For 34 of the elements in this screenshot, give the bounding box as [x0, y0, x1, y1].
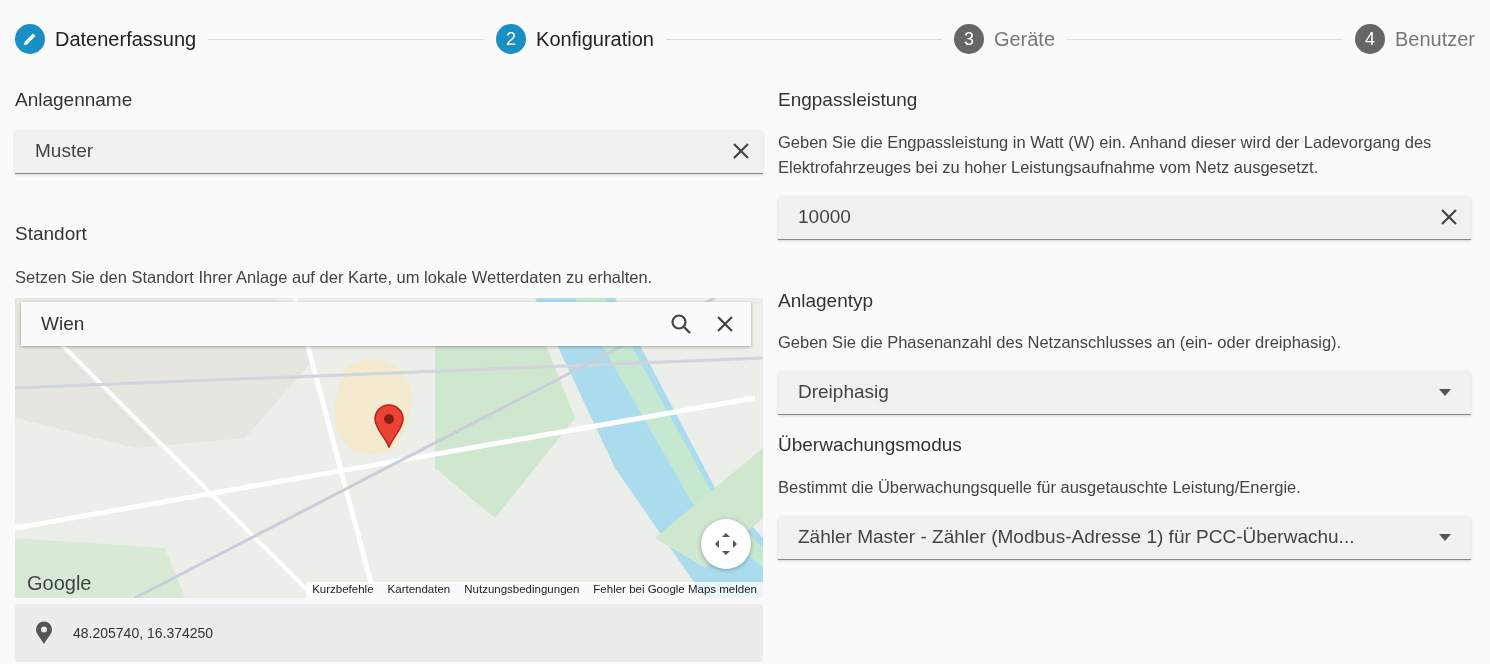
field-label: Standort [15, 221, 88, 246]
step-number: 3 [953, 24, 984, 54]
search-icon[interactable] [669, 312, 693, 336]
field-label: Anlagenname [15, 88, 134, 112]
field-label: Engpassleistung [778, 88, 919, 112]
caret-icon [1439, 389, 1451, 396]
caret-icon [1439, 533, 1451, 541]
map-pin-icon [373, 404, 405, 448]
description-text: Geben Sie die Phasenanzahl des Netzanschlusses an (ein- oder dreiphasig). [778, 332, 1343, 353]
expand-icon [713, 531, 739, 557]
input-field[interactable]: 10000 [778, 195, 1471, 240]
map-link[interactable]: Kartendaten [387, 581, 451, 598]
step-label: Datenerfassung [55, 27, 197, 52]
map-logo: Google [27, 571, 92, 596]
field-label: Überwachungsmodus [778, 433, 963, 457]
description-text: Setzen Sie den Standort Ihrer Anlage auf der Karte, um lokale Wetterdaten zu erhalten. [15, 267, 654, 288]
map-link[interactable]: Fehler bei Google Maps melden [593, 581, 757, 598]
map-search-field[interactable]: Wien [21, 302, 751, 346]
step-label: Benutzer [1394, 27, 1475, 52]
map-link[interactable]: Nutzungsbedingungen [464, 581, 580, 598]
input-field[interactable]: Muster [15, 129, 763, 174]
step-label: Konfiguration [536, 27, 654, 52]
select-field[interactable]: Zähler Master - Zähler (Modbus-Adresse 1) für PCC-Überwachu... [778, 515, 1471, 560]
step-number: 4 [1354, 24, 1385, 54]
location-pin-icon [35, 621, 53, 645]
step-done-icon [15, 24, 45, 54]
description-text: Bestimmt die Überwachungsquelle für ausgetauschte Leistung/Energie. [778, 476, 1302, 498]
step-number: 2 [496, 24, 527, 54]
select-field[interactable]: Dreiphasig [778, 371, 1471, 415]
map-link[interactable]: Kurzbefehle [312, 581, 374, 598]
step-label: Geräte [993, 27, 1056, 52]
coordinates-text: 48.205740, 16.374250 [73, 623, 214, 643]
description-text: Geben Sie die Engpassleistung in Watt (W) ein. Anhand dieser wird der Ladevorgang des Elektrofahrzeuges bei zu hoher Leistungsaufnahme vom Netz ausgesetzt. [778, 131, 1433, 178]
field-label: Anlagentyp [778, 288, 875, 313]
